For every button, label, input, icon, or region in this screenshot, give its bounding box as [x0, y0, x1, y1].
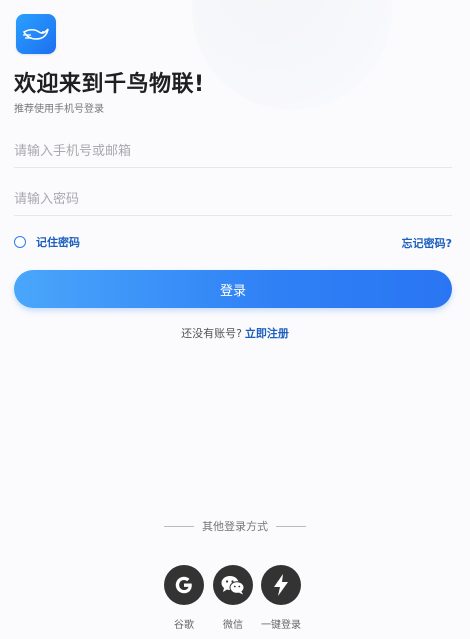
lightning-icon — [274, 574, 288, 596]
other-login-divider: 其他登录方式 — [0, 518, 470, 534]
google-login-button[interactable] — [164, 565, 204, 605]
other-login-label: 其他登录方式 — [202, 520, 268, 533]
remember-password-toggle[interactable]: 记住密码 — [14, 234, 80, 250]
google-login-option: 谷歌 — [159, 565, 209, 631]
divider-line-left — [164, 525, 194, 527]
register-link[interactable]: 立即注册 — [245, 327, 289, 340]
wechat-label: 微信 — [223, 620, 243, 631]
login-button[interactable]: 登录 — [14, 270, 452, 308]
google-label: 谷歌 — [174, 620, 194, 631]
phone-email-input[interactable] — [14, 135, 452, 168]
oneclick-login-button[interactable] — [261, 565, 301, 605]
forgot-password-link[interactable]: 忘记密码? — [402, 235, 452, 251]
bird-logo-icon — [22, 28, 49, 40]
wechat-icon — [221, 576, 245, 595]
remember-password-label: 记住密码 — [36, 236, 80, 249]
divider-line-right — [276, 525, 306, 527]
background-decoration — [192, 0, 392, 110]
google-icon — [175, 576, 192, 594]
wechat-login-button[interactable] — [213, 565, 253, 605]
page-title: 欢迎来到千鸟物联! — [14, 72, 205, 97]
wechat-login-option: 微信 — [208, 565, 258, 631]
page-subtitle: 推荐使用手机号登录 — [14, 104, 104, 115]
password-input[interactable] — [14, 183, 452, 216]
register-prompt: 还没有账号? — [181, 327, 242, 340]
register-row: 还没有账号? 立即注册 — [0, 325, 470, 341]
oneclick-label: 一键登录 — [261, 620, 301, 631]
oneclick-login-option: 一键登录 — [256, 565, 306, 631]
app-logo — [16, 14, 56, 54]
remember-radio[interactable] — [14, 236, 26, 248]
